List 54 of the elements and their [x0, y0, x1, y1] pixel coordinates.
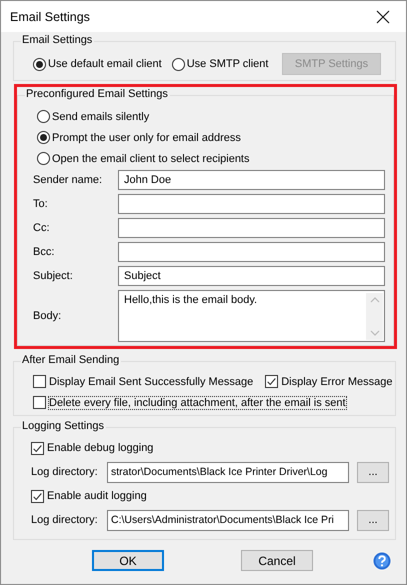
field-label: Subject:	[33, 270, 74, 282]
input-field[interactable]: John Doe	[118, 170, 385, 190]
checkbox[interactable]	[31, 490, 44, 502]
checkbox-label[interactable]: Enable audit logging	[47, 490, 147, 502]
field-label: Log directory:	[31, 514, 99, 526]
group-title: Logging Settings	[21, 420, 106, 432]
checkbox[interactable]	[33, 375, 46, 388]
scrollbar[interactable]	[366, 293, 383, 340]
field-label: Bcc:	[33, 246, 56, 258]
field-label: Cc:	[33, 222, 50, 234]
input-field[interactable]: strator\Documents\Black Ice Printer Driver\Log	[107, 462, 349, 482]
checkbox-label[interactable]: Display Error Message	[281, 376, 392, 388]
checkmark-icon	[266, 376, 278, 387]
input-field[interactable]	[118, 242, 385, 262]
radio-button[interactable]	[37, 131, 50, 144]
field-label: Sender name:	[33, 174, 104, 186]
checkmark-icon	[32, 490, 43, 502]
checkbox-label[interactable]: Enable debug logging	[47, 442, 154, 454]
group-title: Email Settings	[21, 34, 94, 46]
checkbox[interactable]	[265, 375, 278, 388]
radio-button[interactable]	[37, 110, 50, 123]
ok-button[interactable]: OK	[92, 550, 164, 571]
checkmark-icon	[32, 442, 43, 454]
body-text: Hello,this is the email body.	[124, 293, 258, 308]
close-icon	[376, 10, 390, 24]
window-title: Email Settings	[10, 10, 90, 24]
checkbox[interactable]	[33, 396, 46, 409]
radio-label[interactable]: Prompt the user only for email address	[52, 132, 241, 144]
cancel-button[interactable]: Cancel	[241, 550, 313, 571]
group-title: Preconfigured Email Settings	[25, 88, 170, 100]
input-field[interactable]: C:\Users\Administrator\Documents\Black Ice Pri	[107, 510, 349, 530]
radio-label[interactable]: Use SMTP client	[186, 58, 268, 70]
text-area[interactable]: Hello,this is the email body.	[118, 290, 385, 342]
checkbox[interactable]	[31, 442, 44, 454]
input-field[interactable]	[118, 194, 385, 214]
checkbox-label[interactable]: Delete every file, including attachment, after the email is sent	[49, 396, 346, 408]
radio-button[interactable]	[37, 152, 50, 165]
field-label: Log directory:	[31, 466, 99, 478]
checkbox-label[interactable]: Display Email Sent Successfully Message	[49, 376, 254, 388]
radio-label[interactable]: Use default email client	[48, 58, 162, 70]
radio-button[interactable]	[172, 58, 185, 70]
scroll-down-icon	[370, 329, 380, 337]
group-title: After Email Sending	[21, 354, 122, 366]
browse-button[interactable]: ...	[357, 510, 389, 530]
field-label: To:	[33, 198, 49, 210]
input-field[interactable]: Subject	[118, 266, 385, 286]
field-label: Body:	[33, 310, 62, 322]
radio-label[interactable]: Open the email client to select recipients	[52, 152, 250, 164]
input-field[interactable]	[118, 218, 385, 238]
help-icon[interactable]	[373, 552, 391, 570]
radio-button[interactable]	[33, 58, 46, 70]
browse-button[interactable]: ...	[357, 462, 389, 482]
radio-label[interactable]: Send emails silently	[52, 110, 150, 122]
scroll-up-icon	[370, 296, 380, 304]
